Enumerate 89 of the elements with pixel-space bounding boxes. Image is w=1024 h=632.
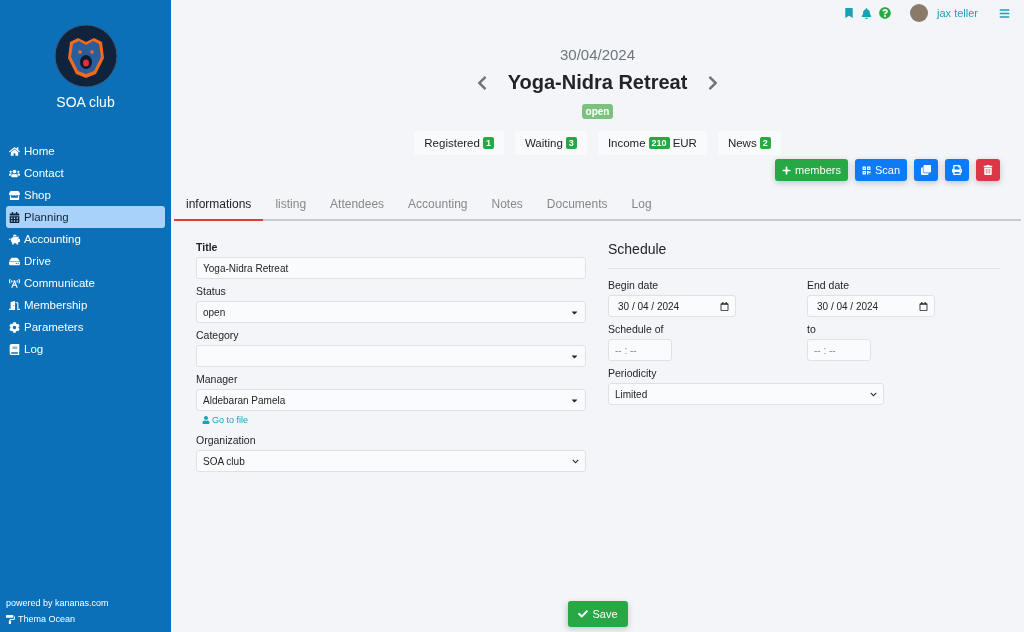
stat-label: Income	[607, 137, 646, 149]
check-icon	[577, 609, 588, 619]
nav-item[interactable]: Membership	[6, 294, 165, 316]
count-badge: 2	[759, 137, 771, 149]
print-button[interactable]	[945, 159, 969, 181]
event-date: 30/04/2024	[559, 46, 636, 63]
field-label: Begin date	[608, 279, 660, 291]
tab[interactable]: Attendees	[318, 191, 397, 221]
count-badge: 210	[648, 137, 670, 149]
nav-item[interactable]: Drive	[6, 250, 165, 272]
bookmark-icon	[844, 8, 855, 18]
chevron-icon	[870, 390, 877, 398]
scan-button[interactable]: Scan	[854, 159, 907, 181]
members-button[interactable]: members	[775, 159, 848, 181]
field-label: Manager	[196, 373, 239, 385]
tab[interactable]: Log	[619, 191, 664, 221]
tab[interactable]: Documents	[534, 191, 620, 221]
person-icon	[202, 416, 210, 424]
time-field[interactable]: -- : --	[608, 339, 672, 361]
user-name-link[interactable]: jax teller	[937, 7, 978, 19]
menu-icon	[999, 7, 1010, 19]
field-label: to	[807, 323, 817, 335]
nav-item[interactable]: Log	[6, 338, 165, 360]
antenna-icon	[9, 277, 20, 289]
section-heading: Schedule	[608, 241, 1000, 269]
theme-name: Thema Ocean	[18, 614, 76, 624]
nav-item[interactable]: Parameters	[6, 316, 165, 338]
tab[interactable]: informations	[174, 191, 264, 221]
calendar-icon	[919, 301, 928, 311]
calendar-icon	[720, 301, 729, 311]
trash-icon	[983, 165, 993, 175]
piggy-bank-icon	[9, 233, 20, 245]
select-field[interactable]: open	[196, 301, 586, 323]
nav-item[interactable]: Shop	[6, 184, 165, 206]
currency-label: EUR	[672, 137, 697, 149]
nav-item[interactable]: Communicate	[6, 272, 165, 294]
status-badge: open	[581, 104, 614, 119]
powered-by-text: powered by kananas.com	[6, 598, 110, 608]
delete-button[interactable]	[976, 159, 1000, 181]
book-icon	[9, 343, 20, 355]
drive-icon	[9, 255, 20, 267]
home-icon	[9, 145, 20, 157]
stat-label: Registered	[424, 137, 480, 149]
qr-icon	[861, 165, 871, 175]
plus-icon	[782, 165, 792, 175]
date-field[interactable]: 30 / 04 / 2024	[608, 295, 736, 317]
bell-icon	[861, 7, 873, 19]
settings-icon	[9, 321, 20, 333]
help-icon	[879, 7, 892, 19]
tab[interactable]: Accounting	[396, 191, 480, 221]
copy-icon	[921, 165, 931, 175]
user-avatar[interactable]	[910, 4, 929, 22]
save-button[interactable]: Save	[567, 601, 628, 627]
store-icon	[9, 189, 20, 201]
nav-item[interactable]: Accounting	[6, 228, 165, 250]
field-label: Status	[196, 285, 227, 297]
field-label: Organization	[196, 434, 257, 446]
input-field[interactable]: Yoga-Nidra Retreat	[196, 257, 586, 279]
count-badge: 1	[482, 137, 494, 149]
event-title: Yoga-Nidra Retreat	[507, 71, 688, 94]
field-label: End date	[807, 279, 851, 291]
door-icon	[9, 299, 20, 311]
go-to-file-link[interactable]: Go to file	[202, 415, 586, 425]
date-field[interactable]: 30 / 04 / 2024	[807, 295, 935, 317]
time-field[interactable]: -- : --	[807, 339, 871, 361]
tab[interactable]: Notes	[479, 191, 535, 221]
select-field[interactable]	[196, 345, 586, 367]
bear-logo	[53, 24, 118, 88]
club-name: SOA club	[55, 94, 116, 110]
stat-label: News	[727, 137, 757, 149]
people-icon	[9, 167, 20, 179]
field-label: Schedule of	[608, 323, 665, 335]
nav-item[interactable]: Contact	[6, 162, 165, 184]
tab[interactable]: listing	[263, 191, 319, 221]
field-label: Title	[196, 241, 219, 253]
nav-item[interactable]: Home	[6, 140, 165, 162]
paint-roller-icon	[6, 614, 15, 624]
select-field[interactable]: SOA club	[196, 450, 586, 472]
field-label: Periodicity	[608, 367, 658, 379]
copy-button[interactable]	[914, 159, 938, 181]
chevron-icon	[572, 457, 579, 465]
printer-icon	[952, 165, 962, 175]
select-field[interactable]: Aldebaran Pamela	[196, 389, 586, 411]
calendar-icon	[9, 211, 20, 223]
field-label: Category	[196, 329, 240, 341]
stat-label: Waiting	[524, 137, 563, 149]
select-field[interactable]: Limited	[608, 383, 884, 405]
count-badge: 3	[565, 137, 577, 149]
nav-item[interactable]: Planning	[6, 206, 165, 228]
